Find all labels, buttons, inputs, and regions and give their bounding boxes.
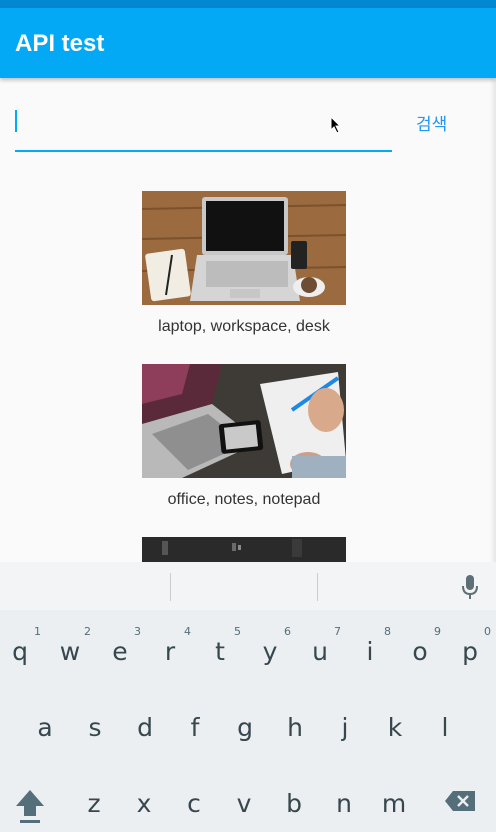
shift-icon[interactable] (14, 786, 46, 824)
key-n[interactable]: n (319, 775, 369, 831)
suggestion-strip[interactable] (0, 562, 496, 610)
key-d[interactable]: d (120, 699, 170, 755)
result-image-dark[interactable] (142, 537, 346, 562)
result-label: laptop, workspace, desk (158, 318, 330, 335)
suggestion-divider (170, 573, 171, 601)
key-z[interactable]: z (69, 775, 119, 831)
key-s[interactable]: s (70, 699, 120, 755)
result-label: office, notes, notepad (167, 491, 321, 508)
key-b[interactable]: b (269, 775, 319, 831)
key-hint-0: 0 (484, 625, 491, 638)
suggestion-divider (317, 573, 318, 601)
mic-icon[interactable] (460, 574, 480, 600)
key-f[interactable]: f (170, 699, 220, 755)
key-m[interactable]: m (369, 775, 419, 831)
key-hint-2: 2 (84, 625, 91, 638)
result-image-laptop[interactable] (142, 191, 346, 305)
key-x[interactable]: x (119, 775, 169, 831)
key-hint-1: 1 (34, 625, 41, 638)
key-k[interactable]: k (370, 699, 420, 755)
key-hint-8: 8 (384, 625, 391, 638)
app-title: API test (15, 30, 105, 57)
key-c[interactable]: c (169, 775, 219, 831)
result-card[interactable] (142, 537, 346, 562)
key-h[interactable]: h (270, 699, 320, 755)
key-hint-9: 9 (434, 625, 441, 638)
status-bar (0, 0, 496, 8)
search-button[interactable]: 검색 (416, 110, 447, 135)
app-bar: API test (0, 8, 496, 78)
key-a[interactable]: a (20, 699, 70, 755)
backspace-icon[interactable] (444, 790, 476, 812)
key-l[interactable]: l (420, 699, 470, 755)
key-hint-6: 6 (284, 625, 291, 638)
soft-keyboard[interactable]: q1w2e3r4t5y6u7i8o9p0asdfghjklzxcvbnm (0, 562, 496, 832)
key-hint-7: 7 (334, 625, 341, 638)
result-image-office[interactable] (142, 364, 346, 478)
key-g[interactable]: g (220, 699, 270, 755)
key-v[interactable]: v (219, 775, 269, 831)
scroll-edge-shadow (490, 78, 496, 562)
result-card[interactable]: office, notes, notepad (142, 364, 346, 509)
mouse-cursor-icon (330, 116, 342, 134)
result-card[interactable]: laptop, workspace, desk (142, 191, 346, 336)
main-content[interactable]: 검색 laptop, workspace, desk office, notes… (0, 78, 496, 562)
key-hint-3: 3 (134, 625, 141, 638)
key-j[interactable]: j (320, 699, 370, 755)
key-hint-5: 5 (234, 625, 241, 638)
text-caret (15, 110, 17, 132)
key-hint-4: 4 (184, 625, 191, 638)
